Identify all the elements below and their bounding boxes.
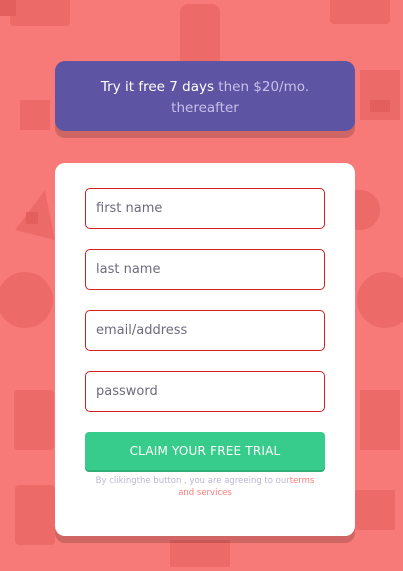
- last-name-input[interactable]: [85, 249, 325, 290]
- terms-text: By clikingthe button , you are agreeing …: [95, 475, 315, 499]
- signup-card: CLAIM YOUR FREE TRIAL By clikingthe butt…: [55, 163, 355, 536]
- pricing-banner: Try it free 7 days then $20/mo. thereaft…: [55, 61, 355, 131]
- first-name-input[interactable]: [85, 188, 325, 229]
- claim-trial-button[interactable]: CLAIM YOUR FREE TRIAL: [85, 432, 325, 470]
- terms-prefix: By clikingthe button , you are agreeing …: [95, 476, 290, 486]
- email-input[interactable]: [85, 310, 325, 351]
- password-input[interactable]: [85, 371, 325, 412]
- promo-highlight: Try it free 7 days: [100, 79, 214, 95]
